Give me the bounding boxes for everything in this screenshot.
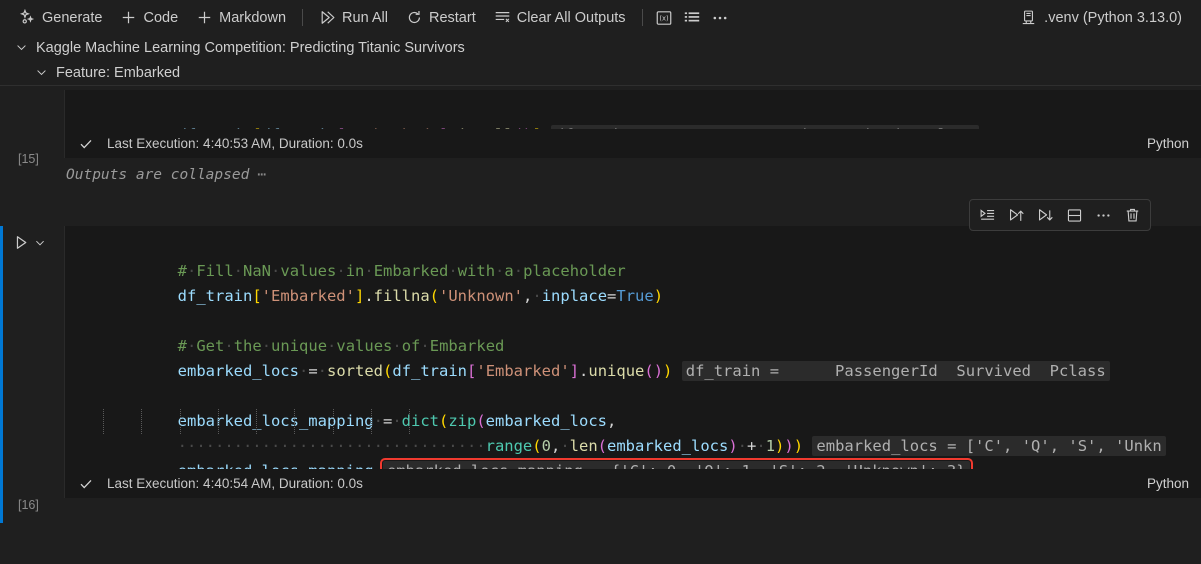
indent-guides [103, 409, 448, 434]
plus-icon [196, 9, 213, 26]
outline-title-label: Kaggle Machine Learning Competition: Pre… [36, 40, 465, 56]
code-line[interactable] [65, 359, 1201, 384]
run-cell-button[interactable] [13, 234, 46, 251]
code-line[interactable]: embarked_locs_mapping·=·dict(zip(embarke… [65, 384, 1201, 409]
code-line[interactable] [65, 284, 1201, 309]
kernel-label: .venv (Python 3.13.0) [1044, 10, 1182, 26]
code-line[interactable]: df_train['Embarked'].fillna('Unknown',·i… [65, 259, 1201, 284]
clear-all-outputs-label: Clear All Outputs [517, 10, 626, 26]
run-all-button[interactable]: Run All [310, 6, 397, 29]
code-line[interactable]: #·Fill·NaN·values·in·Embarked·with·a·pla… [65, 234, 1201, 259]
outline-button[interactable] [678, 6, 706, 30]
chevron-down-icon[interactable] [33, 64, 50, 81]
code-line[interactable]: embarked_locs_mapping embarked_locs_mapp… [65, 434, 1201, 459]
split-cell-icon[interactable] [1060, 202, 1089, 228]
add-markdown-cell-button[interactable]: Markdown [187, 6, 295, 29]
cell-top-divider [0, 85, 1201, 86]
execution-count-label: [16] [18, 498, 39, 512]
more-actions-button[interactable] [706, 6, 734, 30]
variables-button[interactable]: (x) [650, 6, 678, 30]
outline-section[interactable]: Feature: Embarked [0, 60, 1201, 85]
notebook-cell-16: [16] [0, 226, 1201, 498]
cell-language-label[interactable]: Python [1147, 476, 1189, 491]
add-code-cell-button[interactable]: Code [111, 6, 187, 29]
success-check-icon [77, 135, 95, 153]
cell-status-bar: Last Execution: 4:40:54 AM, Duration: 0.… [64, 469, 1201, 498]
collapsed-output-note[interactable]: Outputs are collapsed ⋯ [64, 158, 1201, 192]
add-code-cell-label: Code [143, 10, 178, 26]
add-markdown-cell-label: Markdown [219, 10, 286, 26]
kernel-icon [1020, 9, 1037, 26]
cell-status-bar: Last Execution: 4:40:53 AM, Duration: 0.… [64, 129, 1201, 158]
cell-gutter: [16] [0, 226, 64, 498]
clear-all-outputs-button[interactable]: Clear All Outputs [485, 6, 635, 29]
run-all-icon [319, 9, 336, 26]
notebook-editor: Generate Code Markdown [0, 0, 1201, 564]
cell-gutter: [15] [0, 90, 64, 192]
restart-button[interactable]: Restart [397, 6, 485, 29]
collapsed-output-dots: ⋯ [257, 167, 267, 183]
plus-icon [120, 9, 137, 26]
outline-notebook-title[interactable]: Kaggle Machine Learning Competition: Pre… [0, 35, 1201, 60]
cell-status-label: Last Execution: 4:40:54 AM, Duration: 0.… [107, 476, 363, 491]
notebook-toolbar: Generate Code Markdown [0, 0, 1201, 35]
code-line[interactable]: ·································range(0… [65, 409, 1201, 434]
generate-button[interactable]: Generate [10, 6, 111, 29]
code-line[interactable]: #·Get·the·unique·values·of·Embarked [65, 309, 1201, 334]
toolbar-divider-2 [642, 9, 643, 26]
delete-cell-icon[interactable] [1118, 202, 1147, 228]
run-all-label: Run All [342, 10, 388, 26]
success-check-icon [77, 475, 95, 493]
code-line[interactable]: embarked_locs·=·sorted(df_train['Embarke… [65, 334, 1201, 359]
svg-text:(x): (x) [659, 14, 669, 22]
code-line[interactable]: df_train[df_train['Embarked'].isnull()] … [65, 98, 1201, 123]
outline-section-label: Feature: Embarked [56, 65, 180, 81]
generate-label: Generate [42, 10, 102, 26]
execute-above-icon[interactable] [1002, 202, 1031, 228]
cell-actions-toolbar [969, 199, 1151, 231]
code-editor[interactable]: #·Fill·NaN·values·in·Embarked·with·a·pla… [64, 226, 1201, 469]
kernel-selector[interactable]: .venv (Python 3.13.0) [1011, 6, 1191, 29]
execute-below-icon[interactable] [1031, 202, 1060, 228]
sparkle-icon [19, 9, 36, 26]
notebook-cell-15: [15] df_train[df_train['Embarked'].isnul… [0, 90, 1201, 192]
restart-label: Restart [429, 10, 476, 26]
more-actions-icon[interactable] [1089, 202, 1118, 228]
cell-language-label[interactable]: Python [1147, 136, 1189, 151]
run-by-line-icon[interactable] [973, 202, 1002, 228]
chevron-down-icon[interactable] [13, 39, 30, 56]
clear-outputs-icon [494, 9, 511, 26]
chevron-down-icon[interactable] [34, 237, 46, 249]
cell-status-label: Last Execution: 4:40:53 AM, Duration: 0.… [107, 136, 363, 151]
toolbar-divider [302, 9, 303, 26]
execution-count-label: [15] [18, 152, 39, 166]
code-editor[interactable]: df_train[df_train['Embarked'].isnull()] … [64, 90, 1201, 129]
restart-icon [406, 9, 423, 26]
